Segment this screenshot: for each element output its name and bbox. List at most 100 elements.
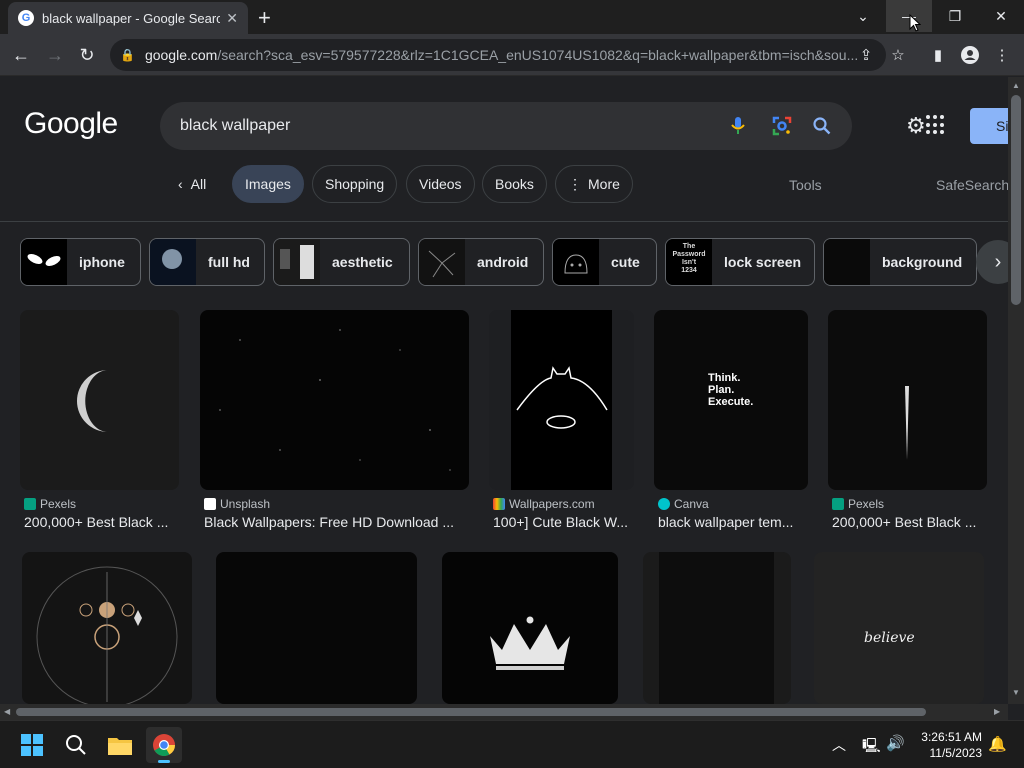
image-result[interactable] xyxy=(643,552,791,704)
tab-all-label: All xyxy=(190,176,207,192)
chip-full-hd[interactable]: full hd xyxy=(149,238,265,286)
image-result[interactable] xyxy=(22,552,192,704)
tab-shopping[interactable]: Shopping xyxy=(312,165,398,203)
chip-background[interactable]: background xyxy=(823,238,977,286)
image-result[interactable] xyxy=(442,552,618,704)
chip-label: iphone xyxy=(79,254,125,270)
horizontal-scrollbar[interactable]: ◀ ▶ xyxy=(0,704,1008,720)
restore-button[interactable]: ❐ xyxy=(932,0,978,32)
chips-next-chevron-icon[interactable]: › xyxy=(976,240,1008,284)
result-source[interactable]: Pexels xyxy=(832,497,884,511)
image-result[interactable]: Pexels 200,000+ Best Black ... xyxy=(20,310,179,540)
result-thumbnail[interactable] xyxy=(442,552,618,704)
lockscreen-text-1: The xyxy=(682,243,696,250)
image-result[interactable]: believe xyxy=(814,552,984,704)
chip-label: lock screen xyxy=(724,254,802,270)
result-thumbnail[interactable]: Think. Plan. Execute. xyxy=(654,310,808,490)
result-thumbnail[interactable] xyxy=(643,552,791,704)
result-title[interactable]: black wallpaper tem... xyxy=(658,514,808,530)
result-source[interactable]: Pexels xyxy=(24,497,76,511)
tab-all[interactable]: ‹ All xyxy=(166,165,218,203)
tab-videos[interactable]: Videos xyxy=(406,165,475,203)
scroll-up-icon[interactable]: ▲ xyxy=(1012,81,1020,90)
forward-icon[interactable]: → xyxy=(42,42,68,68)
image-result[interactable]: Pexels 200,000+ Best Black ... xyxy=(828,310,988,540)
tab-images[interactable]: Images xyxy=(232,165,304,203)
result-title[interactable]: 200,000+ Best Black ... xyxy=(24,514,179,530)
windows-start-icon[interactable] xyxy=(14,727,50,763)
search-input[interactable]: black wallpaper xyxy=(160,102,852,150)
chip-lock-screen[interactable]: The Password Isn't 1234 lock screen xyxy=(665,238,815,286)
browser-toolbar: ← → ↻ 🔒 google.com /search?sca_esv=57957… xyxy=(0,34,1024,76)
back-icon[interactable]: ← xyxy=(8,42,34,68)
result-thumbnail[interactable] xyxy=(200,310,469,490)
tab-title: black wallpaper - Google Search xyxy=(42,10,221,26)
address-bar[interactable]: 🔒 google.com /search?sca_esv=579577228&r… xyxy=(110,39,886,71)
result-source[interactable]: Wallpapers.com xyxy=(493,497,595,511)
result-title[interactable]: Black Wallpapers: Free HD Download ... xyxy=(204,514,469,530)
scroll-down-icon[interactable]: ▼ xyxy=(1012,688,1020,697)
chrome-taskbar-icon[interactable] xyxy=(146,727,182,763)
menu-icon[interactable]: ⋮ xyxy=(990,43,1014,67)
chip-aesthetic[interactable]: aesthetic xyxy=(273,238,410,286)
horizontal-scroll-thumb[interactable] xyxy=(16,708,926,716)
chip-cute[interactable]: cute xyxy=(552,238,657,286)
result-thumbnail[interactable] xyxy=(489,310,634,490)
result-thumbnail[interactable] xyxy=(216,552,417,704)
chip-iphone[interactable]: iphone xyxy=(20,238,141,286)
result-source-name: Wallpapers.com xyxy=(509,497,595,511)
share-icon[interactable]: ⇪ xyxy=(854,43,878,67)
image-text-plan: Plan. xyxy=(708,384,735,396)
result-title[interactable]: 200,000+ Best Black ... xyxy=(832,514,988,530)
result-thumbnail[interactable] xyxy=(20,310,179,490)
clock-time: 3:26:51 AM xyxy=(921,730,982,744)
lens-search-icon[interactable] xyxy=(770,114,794,138)
chip-android[interactable]: android xyxy=(418,238,544,286)
clock[interactable]: 3:26:51 AM 11/5/2023 xyxy=(916,729,982,761)
search-icon[interactable] xyxy=(810,114,834,138)
image-result[interactable] xyxy=(216,552,417,704)
vertical-scroll-thumb[interactable] xyxy=(1011,95,1021,305)
google-logo[interactable]: Google xyxy=(24,107,118,141)
file-explorer-icon[interactable] xyxy=(102,727,138,763)
notification-bell-icon[interactable]: 🔔 xyxy=(988,735,1007,753)
chevron-up-icon[interactable]: ︿ xyxy=(832,735,846,755)
close-window-button[interactable]: ✕ xyxy=(978,0,1024,32)
scroll-right-icon[interactable]: ▶ xyxy=(994,707,1000,716)
new-tab-button[interactable]: + xyxy=(258,5,271,31)
google-apps-icon[interactable] xyxy=(926,115,946,135)
lockscreen-text-4: 1234 xyxy=(681,267,697,274)
vertical-scrollbar[interactable]: ▲ ▼ xyxy=(1008,77,1024,704)
result-source[interactable]: Unsplash xyxy=(204,497,270,511)
result-thumbnail[interactable] xyxy=(22,552,192,704)
tools-button[interactable]: Tools xyxy=(789,177,822,193)
result-thumbnail[interactable] xyxy=(828,310,987,490)
volume-icon[interactable]: 🔊 xyxy=(886,734,905,752)
tab-search-icon[interactable]: ⌄ xyxy=(840,0,886,32)
close-tab-icon[interactable]: ✕ xyxy=(226,10,238,27)
result-source[interactable]: Canva xyxy=(658,497,709,511)
image-result[interactable]: Think. Plan. Execute. Canva black wallpa… xyxy=(654,310,808,540)
image-result[interactable]: Unsplash Black Wallpapers: Free HD Downl… xyxy=(200,310,470,540)
network-icon[interactable]: 🖳 xyxy=(862,735,881,759)
search-taskbar-icon[interactable] xyxy=(58,727,94,763)
result-title[interactable]: 100+] Cute Black W... xyxy=(493,514,634,530)
bookmark-star-icon[interactable]: ☆ xyxy=(886,43,910,67)
settings-gear-icon[interactable]: ⚙ xyxy=(906,113,926,139)
chip-label: aesthetic xyxy=(332,254,393,270)
result-thumbnail[interactable]: believe xyxy=(814,552,984,704)
chip-thumbnail xyxy=(553,239,599,285)
browser-tab[interactable]: G black wallpaper - Google Search ✕ xyxy=(8,2,248,34)
image-text-think: Think. xyxy=(708,372,741,384)
side-panel-icon[interactable]: ▮ xyxy=(926,43,950,67)
sign-in-button[interactable]: Si xyxy=(970,108,1008,144)
tab-books[interactable]: Books xyxy=(482,165,547,203)
scroll-left-icon[interactable]: ◀ xyxy=(4,707,10,716)
profile-icon[interactable] xyxy=(958,43,982,67)
tab-more[interactable]: ⋮ More xyxy=(555,165,633,203)
result-source-name: Pexels xyxy=(848,497,885,511)
voice-search-icon[interactable] xyxy=(726,114,750,138)
safesearch-button[interactable]: SafeSearch xyxy=(936,177,1008,193)
reload-icon[interactable]: ↻ xyxy=(74,42,100,68)
image-result[interactable]: Wallpapers.com 100+] Cute Black W... xyxy=(489,310,634,540)
